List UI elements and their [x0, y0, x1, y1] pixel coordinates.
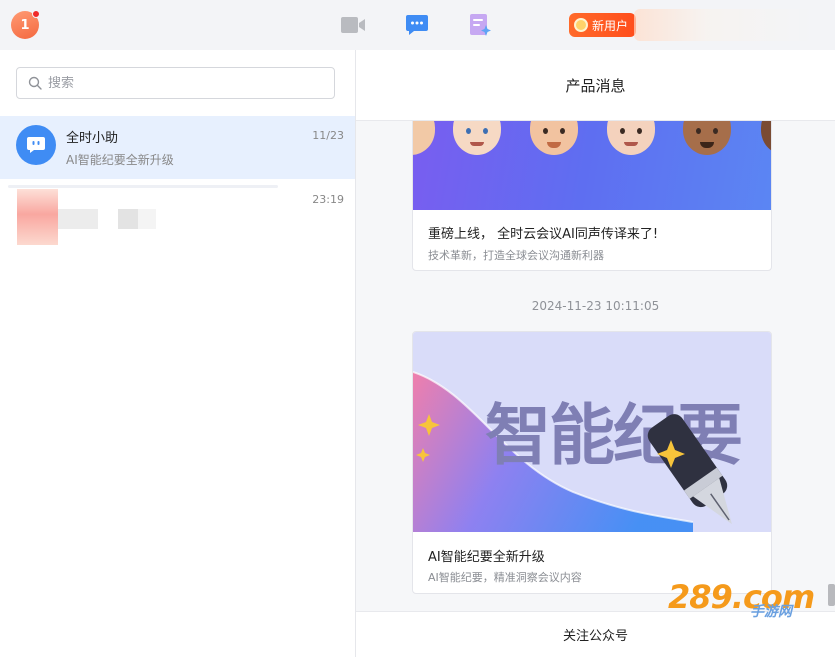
coin-icon: [574, 18, 588, 32]
card-banner-image: 智能纪要: [413, 332, 771, 532]
blurred-region: [8, 185, 278, 188]
user-initial: 1: [20, 17, 30, 33]
conversation-time: 11/23: [312, 129, 344, 142]
card-description: AI智能纪要，精准洞察会议内容: [428, 571, 582, 584]
message-bubble-icon: [27, 137, 45, 153]
blurred-region: [58, 209, 98, 229]
fountain-pen-icon: [647, 414, 732, 525]
conversation-item-assistant[interactable]: 全时小助 AI智能纪要全新升级 11/23: [0, 116, 355, 179]
top-bar: 1 新用户: [0, 0, 835, 50]
blurred-region: [118, 209, 138, 229]
conversation-item-blurred[interactable]: 23:19: [0, 179, 355, 249]
video-meeting-icon[interactable]: [340, 13, 366, 37]
conversation-time: 23:19: [312, 193, 344, 206]
new-user-label: 新用户: [592, 18, 629, 33]
site-watermark: 289.com 手游网: [668, 578, 818, 622]
conversation-sidebar: 全时小助 AI智能纪要全新升级 11/23 23:19: [0, 50, 356, 657]
new-user-button[interactable]: 新用户: [569, 13, 637, 37]
message-timestamp: 2024-11-23 10:11:05: [531, 299, 660, 313]
message-card[interactable]: 智能纪要 AI智能纪要全新升级 AI智能纪要，精准洞察会议内容: [412, 331, 772, 594]
search-icon: [28, 76, 42, 90]
conversation-preview: AI智能纪要全新升级: [66, 153, 174, 167]
notes-sparkle-icon[interactable]: [467, 13, 493, 37]
scrollbar-thumb[interactable]: [828, 584, 835, 606]
conversation-title: 全时小助: [66, 131, 119, 146]
search-input[interactable]: [48, 75, 318, 91]
user-avatar[interactable]: 1: [11, 10, 40, 39]
card-title: AI智能纪要全新升级: [428, 550, 545, 565]
notification-dot: [32, 10, 40, 18]
message-panel: 产品消息 重磅上线， 全时云会议AI同声传译来了! 技术革新，打造全球会议沟通新…: [356, 50, 835, 657]
blurred-avatar: [17, 189, 58, 245]
panel-title: 产品消息: [356, 50, 835, 121]
card-description: 技术革新，打造全球会议沟通新利器: [428, 249, 604, 262]
search-box[interactable]: [16, 67, 335, 99]
card-title: 重磅上线， 全时云会议AI同声传译来了!: [428, 227, 659, 242]
watermark-logo-text: 289.com: [668, 578, 815, 616]
assistant-avatar: [16, 125, 56, 165]
chat-icon[interactable]: [404, 13, 430, 37]
blurred-region: [634, 9, 814, 41]
blurred-region: [138, 209, 156, 229]
watermark-subtext: 手游网: [750, 604, 792, 620]
